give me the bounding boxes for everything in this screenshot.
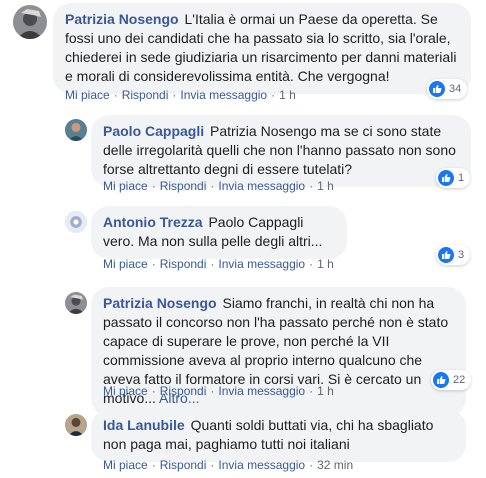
separator-dot: · <box>151 179 156 193</box>
reply-link[interactable]: Rispondi <box>160 458 207 472</box>
thumbs-up-icon <box>438 247 454 263</box>
reply-link[interactable]: Rispondi <box>160 257 207 271</box>
like-link[interactable]: Mi piace <box>103 179 148 193</box>
separator-dot: · <box>113 88 118 102</box>
like-link[interactable]: Mi piace <box>103 257 148 271</box>
separator-dot: · <box>210 458 215 472</box>
avatar-photo-icon <box>65 414 87 436</box>
comment-actions: Mi piace · Rispondi · Invia messaggio · 32 min <box>103 457 353 473</box>
separator-dot: · <box>309 257 314 271</box>
like-link[interactable]: Mi piace <box>103 384 148 398</box>
separator-dot: · <box>151 384 156 398</box>
separator-dot: · <box>210 179 215 193</box>
comment-author[interactable]: Ida Lanubile <box>103 417 185 433</box>
comment-author[interactable]: Patrizia Nosengo <box>103 295 217 311</box>
reaction-number: 22 <box>453 374 466 386</box>
separator-dot: · <box>271 88 276 102</box>
reaction-count[interactable]: 3 <box>436 245 471 265</box>
avatar[interactable] <box>13 5 47 39</box>
avatar-photo-icon <box>65 119 87 141</box>
comment-bubble: Paolo Cappagli Patrizia Nosengo ma se ci… <box>91 115 471 187</box>
like-link[interactable]: Mi piace <box>65 88 110 102</box>
reaction-count[interactable]: 34 <box>427 79 468 99</box>
comment-timestamp[interactable]: 1 h <box>317 257 334 271</box>
send-message-link[interactable]: Invia messaggio <box>218 458 305 472</box>
reaction-number: 34 <box>449 83 462 95</box>
separator-dot: · <box>309 458 314 472</box>
comment-timestamp[interactable]: 32 min <box>317 458 353 472</box>
separator-dot: · <box>309 384 314 398</box>
avatar-photo-icon <box>65 211 87 233</box>
comment-author[interactable]: Patrizia Nosengo <box>65 11 179 27</box>
send-message-link[interactable]: Invia messaggio <box>218 257 305 271</box>
comment-timestamp[interactable]: 1 h <box>317 384 334 398</box>
avatar[interactable] <box>65 211 87 233</box>
separator-dot: · <box>151 458 156 472</box>
reply-link[interactable]: Rispondi <box>160 384 207 398</box>
comment-actions: Mi piace · Rispondi · Invia messaggio · 1 h <box>65 87 296 103</box>
comment-bubble: Antonio Trezza Paolo Cappagli vero. Ma n… <box>91 206 347 259</box>
thumbs-up-icon <box>429 81 445 97</box>
send-message-link[interactable]: Invia messaggio <box>218 384 305 398</box>
thumbs-up-icon <box>438 170 454 186</box>
reaction-count[interactable]: 1 <box>436 168 471 188</box>
comment-bubble: Ida Lanubile Quanti soldi buttati via, c… <box>91 409 466 462</box>
avatar[interactable] <box>65 414 87 436</box>
separator-dot: · <box>151 257 156 271</box>
send-message-link[interactable]: Invia messaggio <box>218 179 305 193</box>
reaction-number: 3 <box>458 249 465 261</box>
comment-actions: Mi piace · Rispondi · Invia messaggio · 1 h <box>103 383 334 399</box>
reply-link[interactable]: Rispondi <box>160 179 207 193</box>
comment-timestamp[interactable]: 1 h <box>279 88 296 102</box>
comment-author[interactable]: Paolo Cappagli <box>103 123 204 139</box>
avatar[interactable] <box>65 119 87 141</box>
avatar-photo-icon <box>65 292 87 314</box>
comment-actions: Mi piace · Rispondi · Invia messaggio · 1 h <box>103 178 334 194</box>
avatar[interactable] <box>65 292 87 314</box>
separator-dot: · <box>210 384 215 398</box>
comment-author[interactable]: Antonio Trezza <box>103 214 203 230</box>
comment-bubble: Patrizia Nosengo L'Italia è ormai un Pae… <box>53 3 471 94</box>
like-link[interactable]: Mi piace <box>103 458 148 472</box>
comment-timestamp[interactable]: 1 h <box>317 179 334 193</box>
avatar-photo-icon <box>13 5 47 39</box>
separator-dot: · <box>210 257 215 271</box>
reaction-number: 1 <box>458 172 465 184</box>
reply-link[interactable]: Rispondi <box>122 88 169 102</box>
thumbs-up-icon <box>433 372 449 388</box>
comment-actions: Mi piace · Rispondi · Invia messaggio · 1 h <box>103 256 334 272</box>
reaction-count[interactable]: 22 <box>431 370 472 390</box>
send-message-link[interactable]: Invia messaggio <box>180 88 267 102</box>
separator-dot: · <box>309 179 314 193</box>
separator-dot: · <box>172 88 177 102</box>
